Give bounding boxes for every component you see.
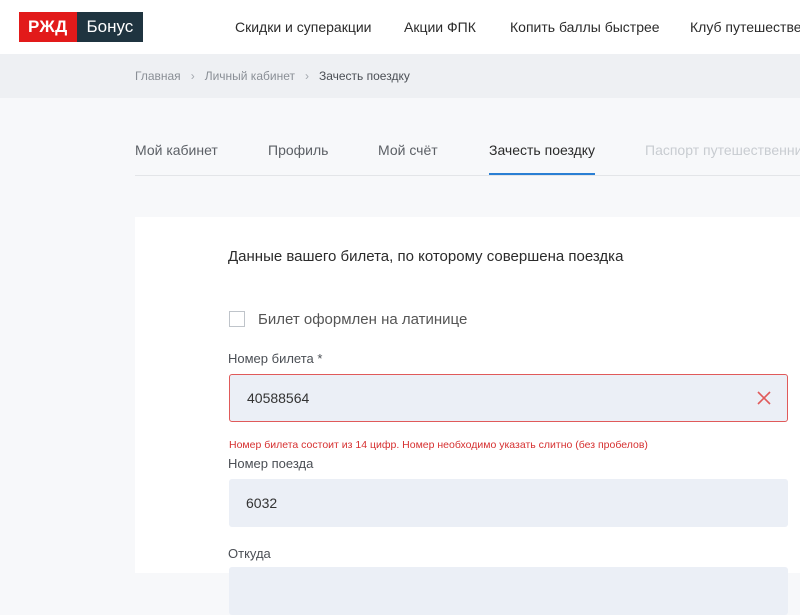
nav-item-discounts[interactable]: Скидки и суперакции bbox=[235, 0, 372, 54]
train-number-label: Номер поезда bbox=[228, 456, 314, 471]
tab-traveler-passport: Паспорт путешественника bbox=[645, 142, 800, 158]
nav-item-earn-faster[interactable]: Копить баллы быстрее bbox=[510, 0, 660, 54]
top-navigation-bar: РЖД Бонус Скидки и суперакции Акции ФПК … bbox=[0, 0, 800, 54]
form-heading: Данные вашего билета, по которому соверш… bbox=[228, 248, 624, 265]
clear-icon[interactable] bbox=[755, 389, 773, 407]
tab-my-account[interactable]: Мой кабинет bbox=[135, 126, 218, 174]
train-number-input[interactable] bbox=[229, 479, 788, 527]
breadcrumb-account[interactable]: Личный кабинет bbox=[205, 69, 295, 83]
ticket-number-label: Номер билета * bbox=[228, 351, 323, 366]
breadcrumb-current: Зачесть поездку bbox=[318, 69, 410, 83]
from-input[interactable] bbox=[229, 567, 788, 615]
nav-item-travelers-club[interactable]: Клуб путешественников bbox=[690, 0, 800, 54]
ticket-number-field bbox=[229, 374, 788, 422]
train-number-field bbox=[229, 479, 788, 527]
tab-credit-trip[interactable]: Зачесть поездку bbox=[489, 126, 596, 175]
latin-ticket-checkbox-label[interactable]: Билет оформлен на латинице bbox=[258, 311, 467, 328]
ticket-number-error: Номер билета состоит из 14 цифр. Номер н… bbox=[229, 439, 648, 451]
account-tabs: Мой кабинет Профиль Мой счёт Зачесть пое… bbox=[135, 126, 800, 176]
main-nav: Скидки и суперакции Акции ФПК Копить бал… bbox=[0, 0, 800, 54]
from-label: Откуда bbox=[228, 546, 271, 561]
nav-item-fpk-promos[interactable]: Акции ФПК bbox=[404, 0, 476, 54]
breadcrumb-separator: › bbox=[304, 69, 309, 83]
breadcrumb-separator: › bbox=[190, 69, 195, 83]
breadcrumb-bar: Главная › Личный кабинет › Зачесть поездку bbox=[0, 54, 800, 98]
breadcrumb-home[interactable]: Главная bbox=[135, 69, 181, 83]
tab-profile[interactable]: Профиль bbox=[268, 126, 328, 174]
tab-my-balance[interactable]: Мой счёт bbox=[378, 126, 438, 174]
ticket-number-input[interactable] bbox=[230, 375, 787, 421]
from-field bbox=[229, 567, 788, 615]
latin-ticket-checkbox[interactable] bbox=[229, 311, 245, 327]
breadcrumb: Главная › Личный кабинет › Зачесть поездку bbox=[135, 54, 410, 98]
